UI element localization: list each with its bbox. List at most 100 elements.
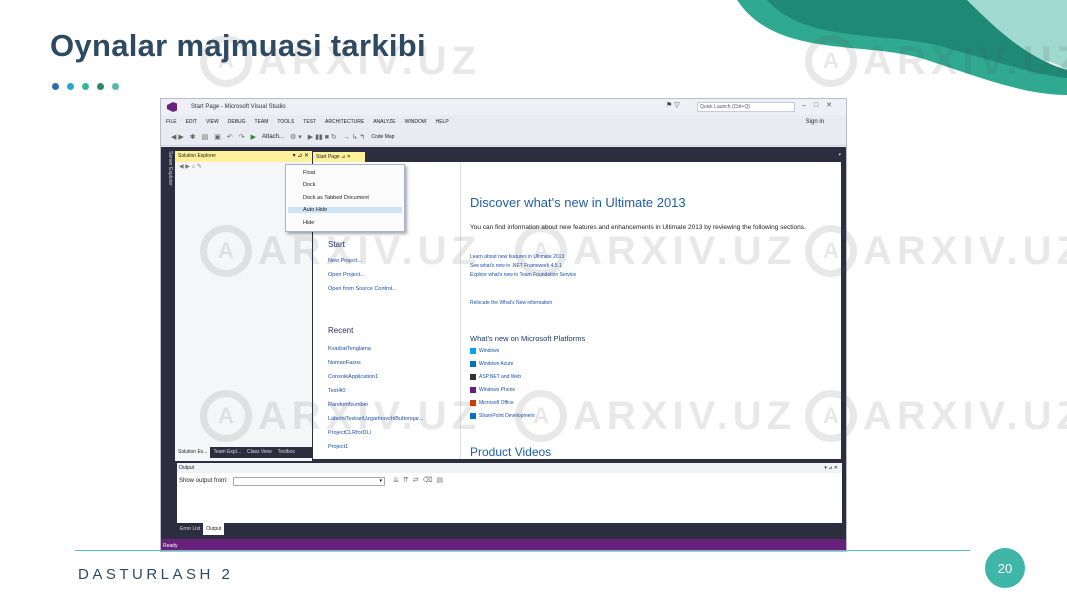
menu-item-float[interactable]: Float: [303, 170, 315, 176]
menu-item-dock-tabbed[interactable]: Dock as Tabbed Document: [303, 195, 369, 201]
save-icon[interactable]: ▣: [214, 133, 221, 141]
recent-project-link[interactable]: NomanFazos: [328, 360, 361, 366]
platform-phone-link[interactable]: Windows Phone: [470, 387, 515, 393]
server-explorer-tab[interactable]: Server Explorer: [163, 151, 173, 211]
solution-explorer-tabs: Solution Ex... Team Expl... Class View T…: [175, 447, 312, 458]
undo-icon[interactable]: ↶: [227, 133, 233, 141]
dotnet-whats-new-link[interactable]: See what's new in .NET Framework 4.5.1: [470, 263, 562, 269]
azure-icon: [470, 361, 476, 367]
recent-heading: Recent: [328, 326, 354, 335]
menu-edit[interactable]: EDIT: [186, 119, 197, 125]
menu-debug[interactable]: DEBUG: [228, 119, 246, 125]
window-context-menu: Float Dock Dock as Tabbed Document Auto …: [285, 164, 405, 232]
start-heading: Start: [328, 240, 345, 249]
vs-toolbar: ◀ ▶ ✱ ▤ ▣ ↶ ↷ ▶ Attach... ⚙ ▾ ▶ ▮▮ ■ ↻ →…: [161, 129, 846, 146]
step-icons[interactable]: → ↳ ↰: [343, 133, 366, 141]
learn-new-features-link[interactable]: Learn about new features in Ultimate 201…: [470, 254, 564, 260]
platform-aspnet-link[interactable]: ASP.NET and Web: [470, 374, 521, 380]
tab-error-list[interactable]: Error List: [177, 523, 203, 535]
debug-tools-icon[interactable]: ⚙ ▾: [290, 133, 302, 141]
tab-output[interactable]: Output: [203, 523, 225, 535]
solution-explorer-title: Solution Explorer: [178, 153, 217, 159]
windows-phone-icon: [470, 387, 476, 393]
menu-analyze[interactable]: ANALYZE: [373, 119, 395, 125]
output-window-header[interactable]: Output ▾ ⊿ ✕: [177, 463, 842, 473]
open-source-control-link[interactable]: Open from Source Control...: [328, 286, 397, 292]
start-icon[interactable]: ▶: [251, 133, 256, 141]
tab-team-explorer[interactable]: Team Expl...: [210, 447, 244, 458]
new-project-icon[interactable]: ✱: [190, 133, 196, 141]
menu-view[interactable]: VIEW: [206, 119, 219, 125]
menu-window[interactable]: WINDOW: [405, 119, 427, 125]
product-videos-heading: Product Videos: [470, 445, 552, 459]
output-toolbar-icons[interactable]: ⇊⇈⇄⌫▤: [393, 476, 447, 484]
menu-tools[interactable]: TOOLS: [277, 119, 294, 125]
platform-office-link[interactable]: Microsoft Office: [470, 400, 514, 406]
dot-3: [82, 83, 89, 90]
relocate-whats-new-link[interactable]: Relocate the What's New information: [470, 300, 552, 306]
tfs-whats-new-link[interactable]: Explore what's new in Team Foundation Se…: [470, 272, 576, 278]
new-project-link[interactable]: New Project...: [328, 258, 362, 264]
tab-solution-explorer[interactable]: Solution Ex...: [175, 447, 211, 458]
redo-icon[interactable]: ↷: [239, 133, 245, 141]
platform-sharepoint-link[interactable]: SharePoint Development: [470, 413, 535, 419]
start-page-tab-label: Start Page: [316, 154, 340, 160]
platform-azure-link[interactable]: Windows Azure: [470, 361, 513, 367]
recent-project-link[interactable]: ConsoleApplication1: [328, 374, 378, 380]
recent-project-link[interactable]: LabelniTeskariUzgartiruvchiButtonqar...: [328, 416, 423, 422]
menu-architecture[interactable]: ARCHITECTURE: [325, 119, 364, 125]
platform-label: Windows Azure: [479, 361, 514, 367]
dot-2: [67, 83, 74, 90]
quick-launch-input[interactable]: Quick Launch (Ctrl+Q): [697, 102, 795, 112]
recent-project-link[interactable]: KvadratTenglama: [328, 346, 371, 352]
chevron-down-icon: ▾: [379, 478, 382, 484]
vs-window-title: Start Page - Microsoft Visual Studio: [191, 104, 286, 110]
dot-1: [52, 83, 59, 90]
recent-project-link[interactable]: Test4i0: [328, 388, 345, 394]
output-window: Show output from: ▾ ⇊⇈⇄⌫▤: [177, 473, 842, 523]
code-map-button[interactable]: Code Map: [371, 134, 394, 140]
vs-menu-bar: FILE EDIT VIEW DEBUG TEAM TOOLS TEST ARC…: [161, 116, 846, 128]
platform-label: Microsoft Office: [479, 400, 514, 406]
platform-windows-link[interactable]: Windows: [470, 348, 499, 354]
recent-project-link[interactable]: Project1: [328, 444, 348, 450]
menu-item-auto-hide[interactable]: Auto Hide: [288, 207, 402, 213]
platform-label: Windows: [479, 348, 500, 354]
platform-label: Windows Phone: [479, 387, 516, 393]
output-source-select[interactable]: ▾: [233, 477, 385, 486]
window-controls[interactable]: ‒□✕: [802, 101, 840, 109]
open-icon[interactable]: ▤: [202, 133, 209, 141]
menu-item-dock[interactable]: Dock: [303, 182, 316, 188]
platform-label: SharePoint Development: [479, 413, 535, 419]
sign-in-link[interactable]: Sign in: [806, 119, 824, 125]
recent-project-link[interactable]: RandomNumber: [328, 402, 368, 408]
tab-start-page[interactable]: Start Page ⊿ ✕: [313, 152, 365, 162]
doc-dropdown-icon[interactable]: ▾: [838, 152, 841, 158]
open-project-link[interactable]: Open Project...: [328, 272, 365, 278]
recent-project-link[interactable]: ProjectCLRforDLl: [328, 430, 371, 436]
menu-team[interactable]: TEAM: [255, 119, 269, 125]
menu-help[interactable]: HELP: [436, 119, 449, 125]
solution-explorer-header[interactable]: Solution Explorer ▾ ⊿ ✕: [175, 151, 312, 162]
page-number-badge: 20: [985, 548, 1025, 588]
back-forward-icon[interactable]: ◀ ▶: [171, 133, 184, 141]
tab-toolbox[interactable]: Toolbox: [275, 447, 298, 458]
discover-heading: Discover what's new in Ultimate 2013: [470, 195, 686, 210]
footer-course-label: DASTURLASH 2: [78, 566, 234, 583]
menu-item-hide[interactable]: Hide: [303, 220, 314, 226]
tab-class-view[interactable]: Class View: [244, 447, 275, 458]
aspnet-icon: [470, 374, 476, 380]
breakpoint-icons[interactable]: ▶ ▮▮ ■ ↻: [308, 133, 337, 141]
menu-test[interactable]: TEST: [303, 119, 316, 125]
footer-divider: [75, 550, 970, 551]
output-pin-icon[interactable]: ▾ ⊿ ✕: [824, 463, 838, 473]
show-output-label: Show output from:: [179, 478, 228, 484]
sharepoint-icon: [470, 413, 476, 419]
dot-5: [112, 83, 119, 90]
attach-button[interactable]: Attach...: [262, 134, 284, 140]
platforms-heading: What's new on Microsoft Platforms: [470, 334, 586, 343]
menu-file[interactable]: FILE: [166, 119, 177, 125]
panel-options-icon[interactable]: ▾ ⊿ ✕: [293, 151, 309, 162]
notification-flag-icon[interactable]: ⚑ ▽: [666, 101, 680, 109]
office-icon: [470, 400, 476, 406]
